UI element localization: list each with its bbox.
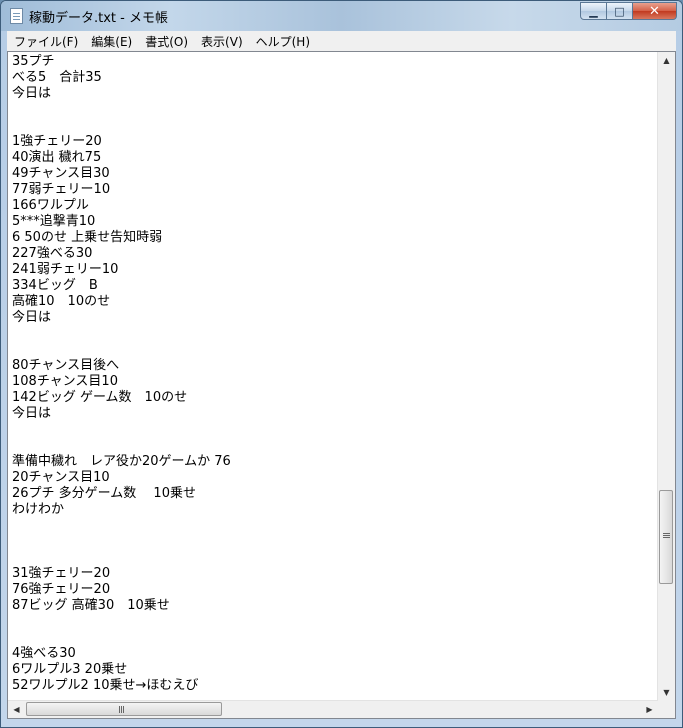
- text-line: わけわか: [12, 502, 65, 517]
- notepad-window: 稼動データ.txt - メモ帳 ▁ □ ✕ ファイル(F) 編集(E) 書式(O…: [0, 0, 683, 728]
- text-line: 166ワルプル: [12, 198, 89, 213]
- maximize-icon: □: [614, 4, 625, 18]
- text-line: 52ワルプル2 10乗せ→ほむえび: [12, 678, 199, 693]
- menu-file[interactable]: ファイル(F): [7, 33, 84, 50]
- arrow-left-icon: ◀: [13, 705, 20, 714]
- text-line: べる5 合計35: [12, 70, 102, 85]
- text-line: 1強チェリー20: [12, 134, 102, 149]
- text-line: [12, 630, 653, 646]
- minimize-button[interactable]: ▁: [580, 2, 607, 20]
- text-line: 31強チェリー20: [12, 566, 111, 581]
- arrow-right-icon: ▶: [646, 705, 653, 714]
- grip-icon: [663, 533, 670, 534]
- close-button[interactable]: ✕: [633, 2, 677, 20]
- text-line: 4強べる30: [12, 646, 76, 661]
- horizontal-scroll-thumb[interactable]: [26, 702, 222, 716]
- grip-icon: [119, 706, 120, 713]
- text-line: 今日は: [12, 406, 52, 421]
- text-line: 6 50のせ 上乗せ告知時弱: [12, 230, 163, 245]
- text-line: 87ビッグ 高確30 10乗せ: [12, 598, 170, 613]
- text-line: 20チャンス目10: [12, 470, 110, 485]
- text-line: [12, 550, 653, 566]
- scroll-up-button[interactable]: ▲: [658, 52, 675, 69]
- text-line: [12, 102, 653, 118]
- text-area[interactable]: 35プチ べる5 合計35 今日は 1強チェリー20 40演出 穢れ75 49チャンス目3…: [12, 54, 653, 696]
- text-line: 高確10 10のせ: [12, 294, 111, 309]
- menu-bar: ファイル(F) 編集(E) 書式(O) 表示(V) ヘルプ(H): [7, 31, 676, 51]
- size-grip[interactable]: [658, 701, 675, 718]
- arrow-down-icon: ▼: [663, 688, 670, 697]
- text-line: 49チャンス目30: [12, 166, 110, 181]
- arrow-up-icon: ▲: [663, 56, 670, 65]
- caption-buttons: ▁ □ ✕: [580, 2, 677, 20]
- text-line: 今日は: [12, 310, 52, 325]
- maximize-button[interactable]: □: [607, 2, 633, 20]
- text-line: [12, 518, 653, 534]
- notepad-icon[interactable]: [10, 8, 23, 24]
- menu-format[interactable]: 書式(O): [138, 33, 194, 50]
- vertical-scrollbar[interactable]: ▲ ▼: [657, 52, 675, 701]
- text-line: 76強チェリー20: [12, 582, 111, 597]
- text-line: 26プチ 多分ゲーム数 10乗せ: [12, 486, 196, 501]
- vertical-scroll-thumb[interactable]: [659, 490, 673, 584]
- text-line: 準備中穢れ レア役か20ゲームか 76: [12, 454, 231, 469]
- text-line: [12, 326, 653, 342]
- text-line: [12, 422, 653, 438]
- text-line: 今日は: [12, 86, 52, 101]
- text-line: [12, 534, 653, 550]
- minimize-icon: ▁: [589, 4, 598, 18]
- scroll-right-button[interactable]: ▶: [641, 701, 658, 718]
- text-line: 5***追撃青10: [12, 214, 96, 229]
- text-line: 40演出 穢れ75: [12, 150, 102, 165]
- text-line: [12, 438, 653, 454]
- text-line: 6ワルプル3 20乗せ: [12, 662, 128, 677]
- text-line: [12, 342, 653, 358]
- text-line: 241弱チェリー10: [12, 262, 119, 277]
- close-icon: ✕: [649, 3, 660, 19]
- text-line: 80チャンス目後へ: [12, 358, 120, 373]
- window-title: 稼動データ.txt - メモ帳: [29, 11, 168, 26]
- text-line: 35プチ: [12, 54, 55, 69]
- text-line: 334ビッグ B: [12, 278, 98, 293]
- scroll-left-button[interactable]: ◀: [8, 701, 25, 718]
- menu-view[interactable]: 表示(V): [194, 33, 249, 50]
- horizontal-scrollbar[interactable]: ◀ ▶: [8, 700, 658, 718]
- text-editor[interactable]: 35プチ べる5 合計35 今日は 1強チェリー20 40演出 穢れ75 49チャンス目3…: [7, 51, 676, 719]
- text-line: 227強べる30: [12, 246, 93, 261]
- scroll-down-button[interactable]: ▼: [658, 684, 675, 701]
- text-line: 108チャンス目10: [12, 374, 118, 389]
- text-line: [12, 614, 653, 630]
- text-line: 142ビッグ ゲーム数 10のせ: [12, 390, 188, 405]
- text-line: [12, 118, 653, 134]
- menu-help[interactable]: ヘルプ(H): [249, 33, 316, 50]
- text-line: 77弱チェリー10: [12, 182, 111, 197]
- menu-edit[interactable]: 編集(E): [84, 33, 138, 50]
- title-bar[interactable]: 稼動データ.txt - メモ帳 ▁ □ ✕: [1, 1, 682, 31]
